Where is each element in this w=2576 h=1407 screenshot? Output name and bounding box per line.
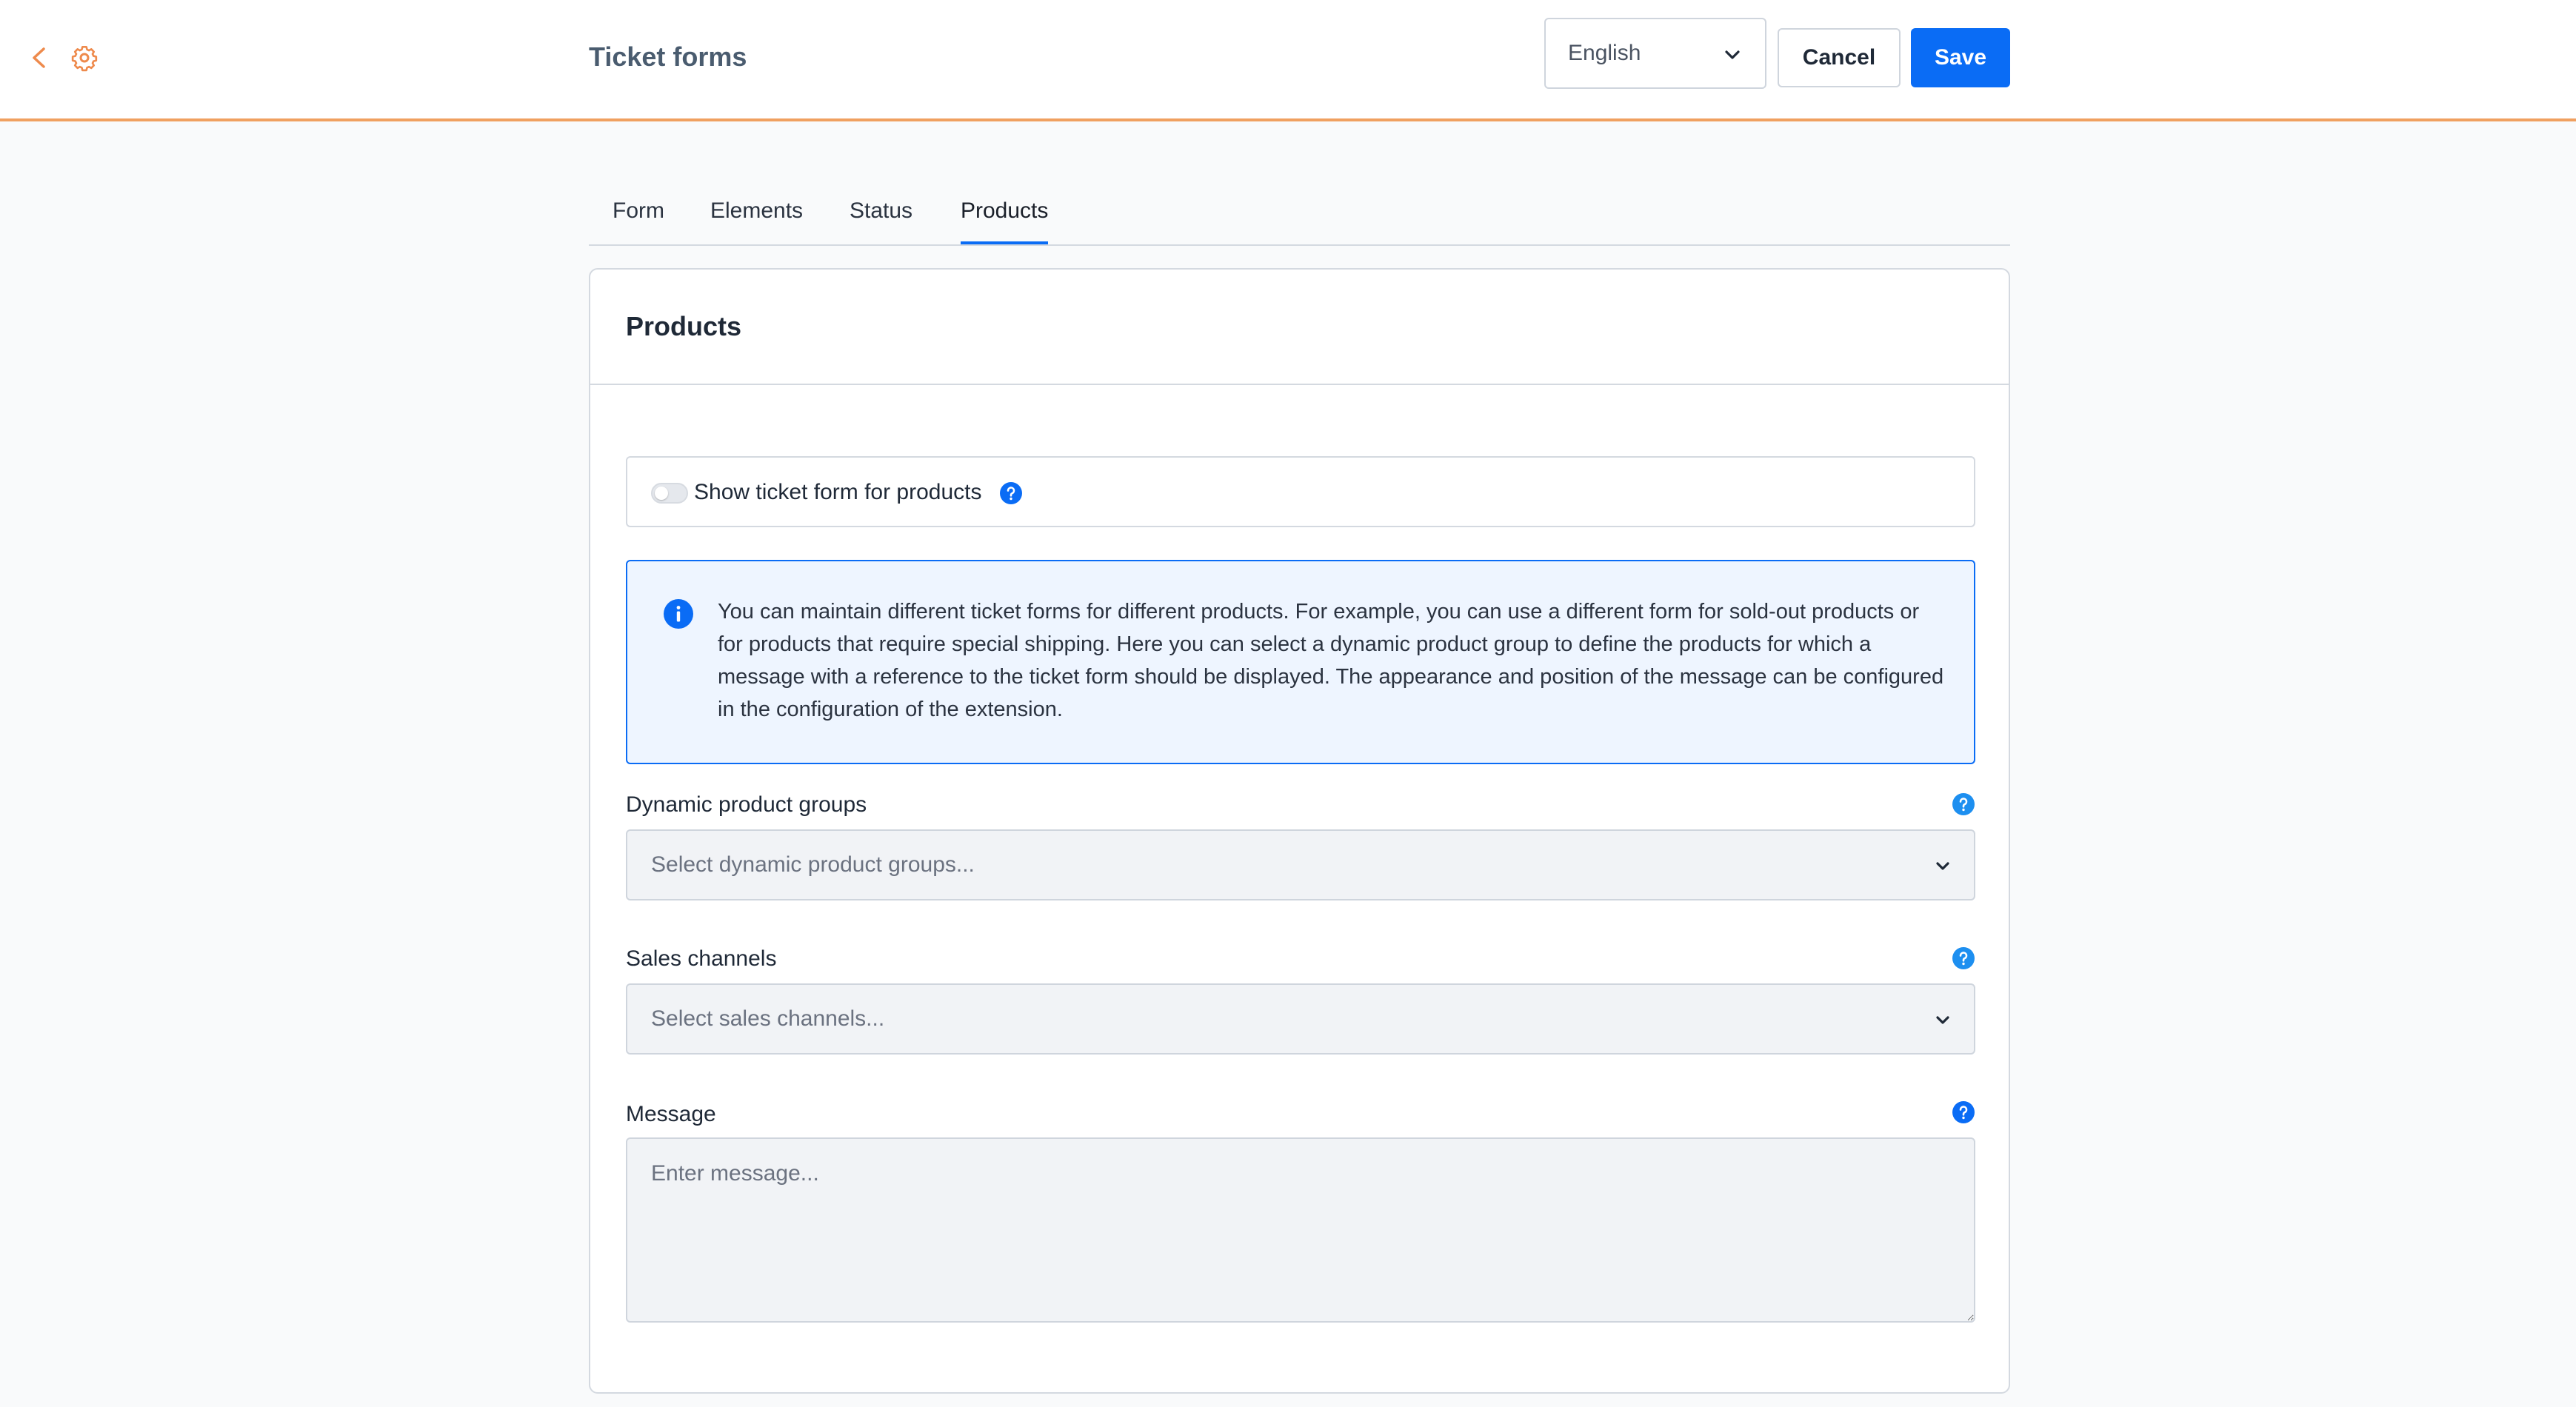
language-select-value: English xyxy=(1568,41,1641,65)
message-textarea[interactable] xyxy=(626,1137,1975,1323)
gear-icon[interactable] xyxy=(70,43,99,73)
toggle-label: Show ticket form for products xyxy=(694,480,982,504)
info-text: You can maintain different ticket forms … xyxy=(718,600,1944,721)
show-ticket-form-toggle-row: Show ticket form for products xyxy=(626,456,1975,527)
info-circle-icon xyxy=(664,599,693,629)
dynamic-product-groups-select[interactable]: Select dynamic product groups... xyxy=(626,829,1975,900)
save-button[interactable]: Save xyxy=(1911,28,2010,87)
chevron-down-icon xyxy=(1936,862,1949,870)
tab-bar: Form Elements Status Products xyxy=(589,178,2010,246)
message-label: Message xyxy=(626,1102,716,1126)
dynamic-product-groups-placeholder: Select dynamic product groups... xyxy=(651,852,975,877)
top-bar: Ticket forms English Cancel Save xyxy=(0,0,2576,121)
info-alert: You can maintain different ticket forms … xyxy=(626,560,1975,764)
page-title: Ticket forms xyxy=(589,41,747,72)
card-title: Products xyxy=(626,311,742,341)
card-header: Products xyxy=(590,270,2009,385)
chevron-down-icon xyxy=(1725,50,1740,59)
chevron-down-icon xyxy=(1936,1016,1949,1024)
question-circle-icon[interactable] xyxy=(1952,946,1975,970)
sales-channels-label: Sales channels xyxy=(626,946,777,971)
question-circle-icon[interactable] xyxy=(1952,792,1975,816)
tab-elements[interactable]: Elements xyxy=(710,198,803,241)
tab-products[interactable]: Products xyxy=(961,198,1049,244)
tab-form[interactable]: Form xyxy=(613,198,664,241)
tab-status[interactable]: Status xyxy=(850,198,912,241)
sales-channels-select[interactable]: Select sales channels... xyxy=(626,983,1975,1055)
sales-channels-placeholder: Select sales channels... xyxy=(651,1006,885,1031)
question-circle-icon[interactable] xyxy=(1952,1100,1975,1124)
dynamic-product-groups-label: Dynamic product groups xyxy=(626,792,867,817)
cancel-button[interactable]: Cancel xyxy=(1778,28,1901,87)
chevron-left-icon[interactable] xyxy=(25,43,55,73)
question-circle-icon[interactable] xyxy=(999,481,1023,505)
products-card: Products Show ticket form for products Y… xyxy=(589,268,2010,1394)
show-ticket-form-toggle[interactable] xyxy=(651,483,688,504)
language-select[interactable]: English xyxy=(1544,18,1766,89)
